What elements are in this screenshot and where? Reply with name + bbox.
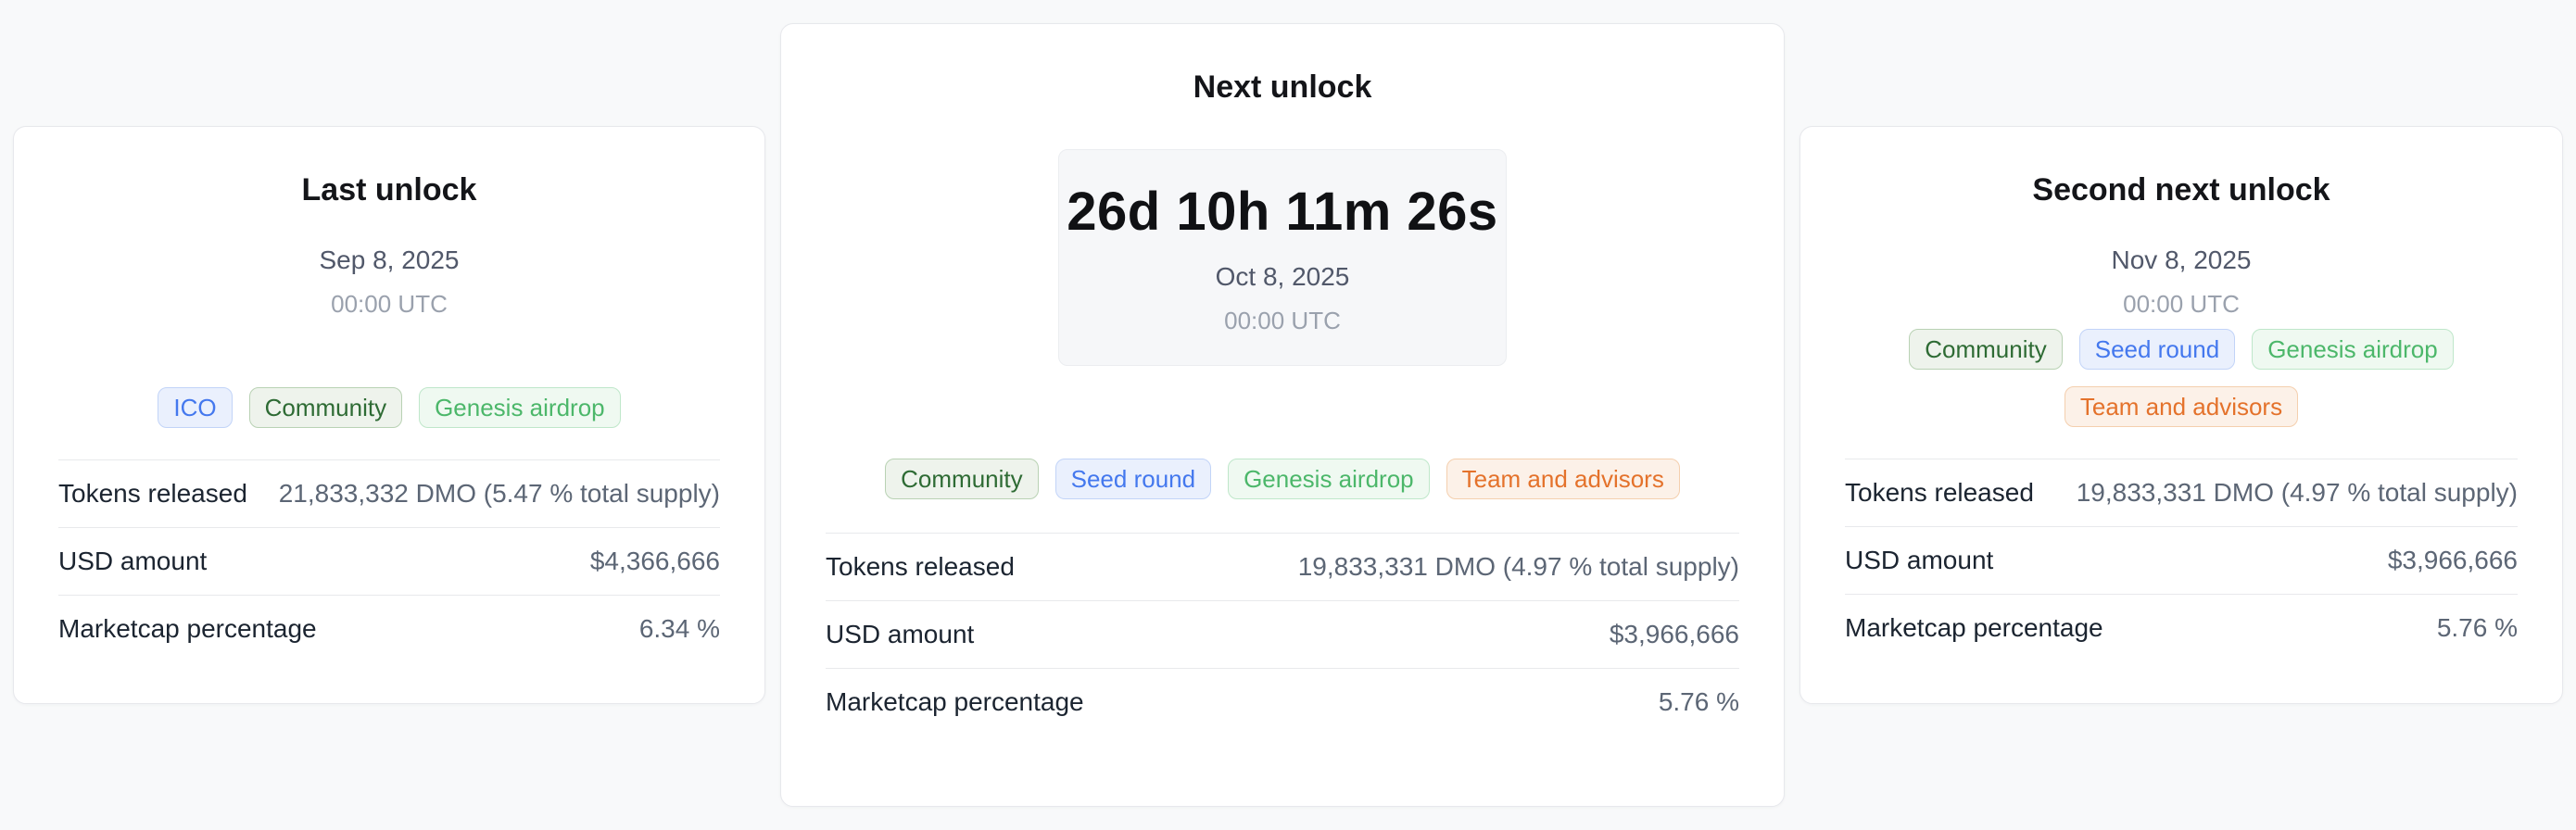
table-row-usd-amount: USD amount $3,966,666 <box>1845 525 2518 594</box>
row-label: Marketcap percentage <box>1845 612 2103 642</box>
unlock-stats-table: Tokens released 19,833,331 DMO (4.97 % t… <box>1845 458 2518 661</box>
unlock-dashboard: Last unlock Sep 8, 2025 00:00 UTC ICO Co… <box>0 0 2576 830</box>
tag-genesis-airdrop: Genesis airdrop <box>2252 328 2454 370</box>
unlock-date: Oct 8, 2025 <box>1215 261 1350 291</box>
row-value: $4,366,666 <box>589 546 720 575</box>
unlock-date: Sep 8, 2025 <box>319 245 460 274</box>
row-label: USD amount <box>1845 545 1994 574</box>
row-label: Tokens released <box>826 551 1015 581</box>
unlock-stats-table: Tokens released 19,833,331 DMO (4.97 % t… <box>826 532 1739 736</box>
row-value: $3,966,666 <box>2387 545 2518 574</box>
table-row-usd-amount: USD amount $3,966,666 <box>826 599 1739 668</box>
row-value: 19,833,331 DMO (4.97 % total supply) <box>2076 477 2518 507</box>
tag-genesis-airdrop: Genesis airdrop <box>1228 458 1430 499</box>
row-label: USD amount <box>826 619 975 648</box>
next-unlock-card: Next unlock 26d 10h 11m 26s Oct 8, 2025 … <box>780 23 1785 807</box>
row-label: USD amount <box>58 546 208 575</box>
tag-community: Community <box>248 386 403 428</box>
row-value: 19,833,331 DMO (4.97 % total supply) <box>1297 551 1739 581</box>
card-title: Last unlock <box>301 172 477 208</box>
unlock-date: Nov 8, 2025 <box>2111 245 2252 274</box>
last-unlock-card: Last unlock Sep 8, 2025 00:00 UTC ICO Co… <box>13 126 765 704</box>
row-label: Marketcap percentage <box>58 613 317 643</box>
allocation-tags: ICO Community Genesis airdrop <box>58 386 720 428</box>
row-label: Tokens released <box>58 478 247 508</box>
countdown-timer: 26d 10h 11m 26s <box>1067 181 1498 242</box>
row-value: 6.34 % <box>638 613 720 643</box>
unlock-stats-table: Tokens released 21,833,332 DMO (5.47 % t… <box>58 459 720 662</box>
countdown-box: 26d 10h 11m 26s Oct 8, 2025 00:00 UTC <box>1058 148 1507 366</box>
table-row-marketcap-percentage: Marketcap percentage 5.76 % <box>1845 593 2518 661</box>
tag-community: Community <box>1909 328 2063 370</box>
row-label: Marketcap percentage <box>826 686 1084 716</box>
tag-genesis-airdrop: Genesis airdrop <box>419 386 621 428</box>
row-value: 21,833,332 DMO (5.47 % total supply) <box>278 478 720 508</box>
tag-seed-round: Seed round <box>2078 328 2236 370</box>
tag-community: Community <box>885 458 1039 499</box>
unlock-time-utc: 00:00 UTC <box>1224 306 1341 334</box>
table-row-usd-amount: USD amount $4,366,666 <box>58 526 720 595</box>
table-row-tokens-released: Tokens released 19,833,331 DMO (4.97 % t… <box>826 532 1739 600</box>
table-row-marketcap-percentage: Marketcap percentage 5.76 % <box>826 667 1739 736</box>
row-value: 5.76 % <box>2436 612 2518 642</box>
tag-team-and-advisors: Team and advisors <box>2064 385 2299 427</box>
table-row-tokens-released: Tokens released 19,833,331 DMO (4.97 % t… <box>1845 458 2518 526</box>
row-value: 5.76 % <box>1658 686 1739 716</box>
second-next-unlock-card: Second next unlock Nov 8, 2025 00:00 UTC… <box>1799 126 2563 704</box>
row-value: $3,966,666 <box>1609 619 1739 648</box>
table-row-marketcap-percentage: Marketcap percentage 6.34 % <box>58 594 720 662</box>
tag-team-and-advisors: Team and advisors <box>1446 458 1680 499</box>
card-title: Second next unlock <box>2032 172 2330 208</box>
unlock-time-utc: 00:00 UTC <box>2123 289 2240 318</box>
card-title: Next unlock <box>1193 69 1372 105</box>
tag-seed-round: Seed round <box>1054 458 1212 499</box>
allocation-tags: Community Seed round Genesis airdrop Tea… <box>1845 328 2518 427</box>
row-label: Tokens released <box>1845 477 2034 507</box>
allocation-tags: Community Seed round Genesis airdrop Tea… <box>826 458 1739 499</box>
unlock-time-utc: 00:00 UTC <box>331 289 448 318</box>
tag-ico: ICO <box>158 386 233 428</box>
table-row-tokens-released: Tokens released 21,833,332 DMO (5.47 % t… <box>58 459 720 527</box>
